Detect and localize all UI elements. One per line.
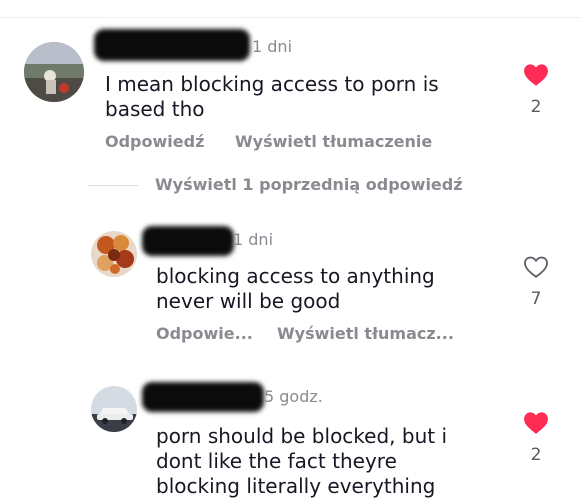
like-count: 2	[530, 97, 542, 117]
comment-text: blocking access to anything never will b…	[156, 264, 435, 313]
reply-button[interactable]: Odpowiedź	[105, 132, 204, 151]
comment-thread: 1 dni I mean blocking access to porn is …	[0, 0, 581, 500]
avatar[interactable]	[91, 231, 137, 277]
translate-button[interactable]: Wyświetl tłumacz...	[277, 324, 454, 343]
replies-divider	[88, 185, 138, 186]
avatar[interactable]	[24, 42, 84, 102]
comment-text: I mean blocking access to porn is based …	[105, 72, 439, 121]
view-previous-replies-button[interactable]: Wyświetl 1 poprzednią odpowiedź	[155, 175, 463, 194]
heart-icon[interactable]	[523, 63, 549, 87]
comment-time: 5 godz.	[264, 387, 323, 406]
comment-time: 1 dni	[233, 230, 274, 249]
avatar[interactable]	[91, 386, 137, 432]
translate-button[interactable]: Wyświetl tłumaczenie	[235, 132, 432, 151]
heart-icon[interactable]	[523, 255, 549, 279]
comment-time: 1 dni	[252, 37, 293, 56]
reply-button[interactable]: Odpowie...	[156, 324, 253, 343]
heart-icon[interactable]	[523, 411, 549, 435]
like-count: 2	[530, 445, 542, 465]
comment-text: porn should be blocked, but i dont like …	[156, 424, 448, 498]
redacted-username	[142, 382, 264, 412]
divider	[0, 17, 581, 18]
redacted-username	[142, 226, 234, 256]
redacted-username	[94, 29, 250, 61]
like-count: 7	[530, 289, 542, 309]
